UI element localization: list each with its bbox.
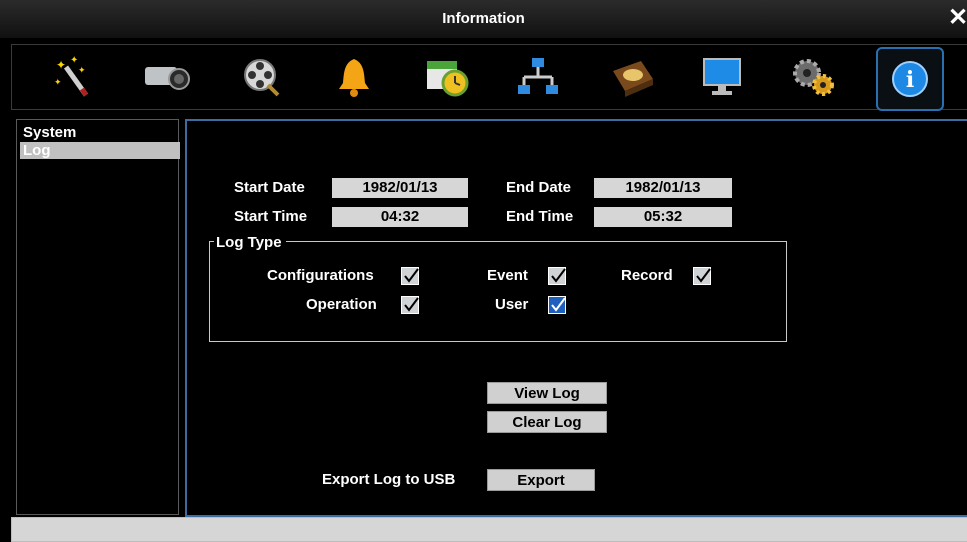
sidebar: System Log — [16, 119, 180, 515]
export-button[interactable]: Export — [487, 469, 595, 491]
checkmark-icon — [404, 297, 419, 312]
monitor-icon[interactable] — [690, 47, 754, 107]
bell-icon[interactable] — [322, 47, 386, 107]
end-date-label: End Date — [506, 179, 572, 196]
camera-icon[interactable] — [134, 47, 198, 107]
user-label: User — [495, 296, 529, 313]
end-date-field[interactable]: 1982/01/13 — [594, 178, 732, 198]
window-title: Information — [442, 10, 525, 27]
svg-text:✦: ✦ — [70, 55, 78, 66]
wizard-icon[interactable]: ✦ ✦ ✦ ✦ — [42, 47, 106, 107]
svg-text:✦: ✦ — [78, 66, 86, 76]
start-time-field[interactable]: 04:32 — [332, 207, 468, 227]
svg-text:i: i — [906, 67, 914, 93]
configurations-label: Configurations — [267, 267, 374, 284]
end-time-label: End Time — [506, 208, 574, 225]
clear-log-button[interactable]: Clear Log — [487, 411, 607, 433]
start-date-label: Start Date — [234, 179, 305, 196]
operation-checkbox[interactable] — [401, 296, 419, 314]
svg-text:✦: ✦ — [56, 58, 66, 72]
end-time-field[interactable]: 05:32 — [594, 207, 732, 227]
sidebar-item-log[interactable]: Log — [20, 142, 180, 159]
sidebar-item-system[interactable]: System — [20, 124, 180, 141]
gears-icon[interactable] — [782, 47, 846, 107]
view-log-button[interactable]: View Log — [487, 382, 607, 404]
svg-text:✦: ✦ — [54, 78, 62, 88]
operation-label: Operation — [306, 296, 377, 313]
event-checkbox[interactable] — [548, 267, 566, 285]
checkmark-icon — [551, 268, 566, 283]
status-bar — [11, 517, 967, 542]
event-label: Event — [487, 267, 528, 284]
checkmark-icon — [696, 268, 711, 283]
user-checkbox[interactable] — [548, 296, 566, 314]
hard-disk-icon[interactable] — [600, 47, 664, 107]
network-icon[interactable] — [506, 47, 570, 107]
export-label: Export Log to USB — [322, 471, 456, 488]
record-checkbox[interactable] — [693, 267, 711, 285]
title-bar: Information ✕ — [0, 0, 967, 38]
start-time-label: Start Time — [234, 208, 308, 225]
log-type-group — [209, 241, 787, 342]
checkmark-icon — [404, 268, 419, 283]
log-type-title: Log Type — [214, 233, 286, 253]
close-icon[interactable]: ✕ — [948, 6, 967, 30]
configurations-checkbox[interactable] — [401, 267, 419, 285]
record-label: Record — [621, 267, 673, 284]
start-date-field[interactable]: 1982/01/13 — [332, 178, 468, 198]
checkmark-icon — [551, 297, 566, 312]
film-reel-icon[interactable] — [230, 47, 294, 107]
schedule-clock-icon[interactable] — [414, 47, 478, 107]
info-icon[interactable]: i — [876, 47, 944, 111]
